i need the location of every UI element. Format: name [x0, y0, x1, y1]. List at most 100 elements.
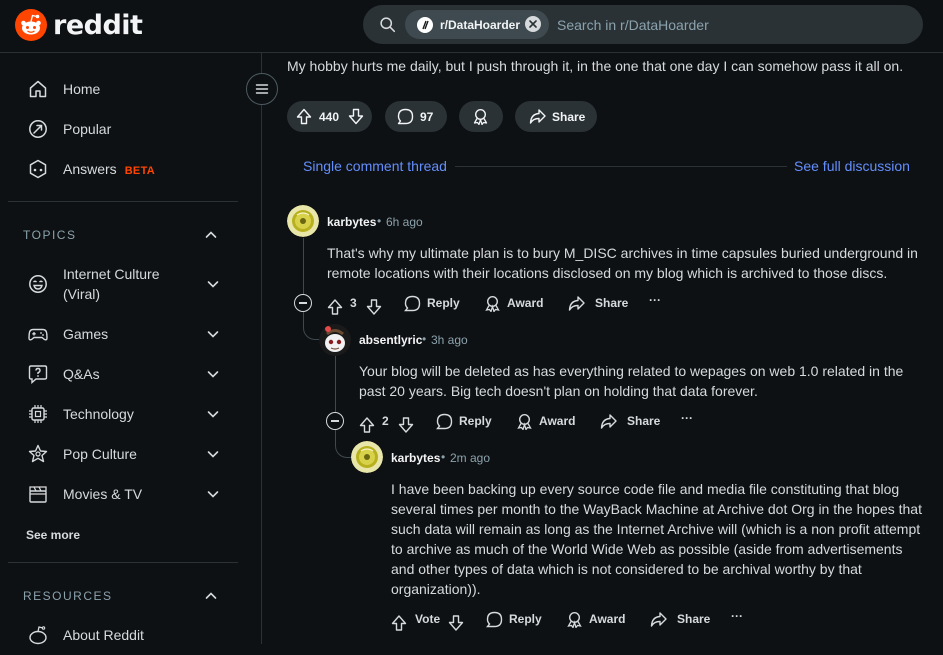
award-label: Award: [539, 414, 576, 428]
answers-icon: [29, 159, 47, 179]
sidebar-item-games[interactable]: Games: [8, 314, 238, 354]
post-share-button[interactable]: Share: [515, 101, 597, 132]
comment-author[interactable]: absentlyric: [359, 333, 422, 347]
reddit-logo[interactable]: reddit: [15, 9, 143, 41]
topics-heading: TOPICS: [23, 228, 77, 242]
more-options-icon[interactable]: ···: [681, 406, 693, 430]
chip-icon: [29, 405, 47, 423]
reply-button[interactable]: Reply: [486, 607, 542, 631]
sidebar-item-label: Popular: [63, 121, 112, 137]
collapse-comment-button[interactable]: [294, 294, 312, 312]
comment-vote-count: 2: [382, 414, 389, 428]
comment-vote-label: Vote: [415, 612, 441, 626]
sidebar-item-label: Internet Culture (Viral): [63, 266, 160, 302]
chevron-up-icon[interactable]: [204, 228, 218, 242]
single-thread-label: Single comment thread: [303, 158, 447, 174]
more-options-icon[interactable]: ···: [731, 604, 743, 628]
popular-icon: [29, 120, 47, 138]
comment-body: That's why my ultimate plan is to bury M…: [327, 245, 918, 281]
award-button[interactable]: Award: [516, 409, 575, 433]
sidebar-item-label: Q&As: [63, 366, 100, 382]
share-button[interactable]: Share: [650, 607, 710, 631]
downvote-icon[interactable]: [366, 295, 382, 319]
collapse-comment-button[interactable]: [326, 412, 344, 430]
sidebar-item-label: Home: [63, 81, 101, 97]
share-icon: [568, 295, 585, 311]
comment-body: I have been backing up every source code…: [391, 481, 922, 597]
comment-body: Your blog will be deleted as has everyth…: [359, 363, 904, 399]
sidebar-item-label: About Reddit: [63, 627, 144, 643]
collapse-sidebar-button[interactable]: [246, 73, 278, 105]
share-button[interactable]: Share: [600, 409, 660, 433]
avatar[interactable]: [319, 324, 351, 356]
chevron-up-icon[interactable]: [204, 589, 218, 603]
search-bar[interactable]: r/DataHoarder Search in r/DataHoarder: [363, 5, 923, 44]
post-vote-count: 440: [319, 109, 340, 124]
thread-connector: [303, 312, 321, 340]
chevron-down-icon[interactable]: [206, 487, 220, 501]
downvote-icon[interactable]: [348, 108, 364, 125]
avatar[interactable]: [351, 441, 383, 473]
award-icon: [485, 295, 500, 312]
comment-author[interactable]: karbytes: [391, 451, 440, 465]
reply-button[interactable]: Reply: [436, 409, 492, 433]
sidebar-item-technology[interactable]: Technology: [8, 394, 238, 434]
sidebar-item-internet-culture[interactable]: Internet Culture (Viral): [8, 261, 238, 307]
share-label: Share: [552, 109, 586, 124]
post-award-button[interactable]: [459, 101, 503, 132]
sidebar-item-label: Games: [63, 326, 109, 342]
subreddit-filter-chip: r/DataHoarder: [405, 10, 549, 39]
search-input[interactable]: Search in r/DataHoarder: [557, 17, 709, 33]
downvote-icon[interactable]: [398, 413, 414, 437]
thread-divider: [455, 166, 787, 167]
downvote-icon[interactable]: [448, 611, 464, 635]
sidebar-item-popular[interactable]: Popular: [8, 109, 238, 149]
chevron-down-icon[interactable]: [206, 367, 220, 381]
upvote-icon[interactable]: [359, 413, 375, 437]
more-options-icon[interactable]: ···: [649, 288, 661, 312]
chevron-down-icon[interactable]: [206, 407, 220, 421]
comment-timestamp[interactable]: 3h ago: [431, 333, 468, 347]
chevron-down-icon[interactable]: [206, 277, 220, 291]
share-icon: [600, 413, 617, 429]
sidebar-item-movies-tv[interactable]: Movies & TV: [8, 474, 238, 514]
see-full-discussion-link[interactable]: See full discussion: [794, 158, 910, 174]
chevron-down-icon[interactable]: [206, 327, 220, 341]
top-header: reddit r/DataHoarder Search in r/DataHoa…: [0, 0, 943, 53]
award-button[interactable]: Award: [484, 291, 543, 315]
comment-icon: [404, 295, 421, 311]
upvote-icon[interactable]: [391, 611, 407, 635]
upvote-icon[interactable]: [296, 108, 312, 125]
upvote-icon[interactable]: [327, 295, 343, 319]
reddit-snoo-icon: [15, 9, 47, 41]
sidebar-item-qas[interactable]: Q&As: [8, 354, 238, 394]
post-comments-button[interactable]: 97: [385, 101, 447, 132]
internet-culture-icon: [29, 275, 47, 293]
home-icon: [29, 80, 47, 98]
comment-vote-count: 3: [350, 296, 357, 310]
comment-author[interactable]: karbytes: [327, 215, 376, 229]
comment-timestamp[interactable]: 6h ago: [386, 215, 423, 229]
comment-timestamp[interactable]: 2m ago: [450, 451, 490, 465]
see-more-link[interactable]: See more: [26, 528, 80, 542]
chevron-down-icon[interactable]: [206, 447, 220, 461]
resources-heading: RESOURCES: [23, 589, 113, 603]
sidebar-item-about-reddit[interactable]: About Reddit: [8, 615, 238, 655]
clear-subreddit-icon[interactable]: [525, 16, 541, 32]
avatar[interactable]: [287, 205, 319, 237]
sidebar-item-answers[interactable]: Answers BETA: [8, 149, 238, 189]
reply-button[interactable]: Reply: [404, 291, 460, 315]
star-icon: [28, 444, 48, 463]
thread-line: [335, 356, 336, 413]
separator-dot: •: [377, 214, 382, 228]
separator-dot: •: [422, 332, 427, 346]
sidebar-item-home[interactable]: Home: [8, 69, 238, 109]
award-button[interactable]: Award: [566, 607, 625, 631]
award-label: Award: [589, 612, 626, 626]
award-icon: [517, 413, 532, 430]
disc-avatar-icon: [351, 441, 383, 473]
clapperboard-icon: [29, 486, 47, 503]
sidebar-item-pop-culture[interactable]: Pop Culture: [8, 434, 238, 474]
comment-actions: Vote Reply Award Share ···: [391, 607, 751, 631]
share-button[interactable]: Share: [568, 291, 628, 315]
